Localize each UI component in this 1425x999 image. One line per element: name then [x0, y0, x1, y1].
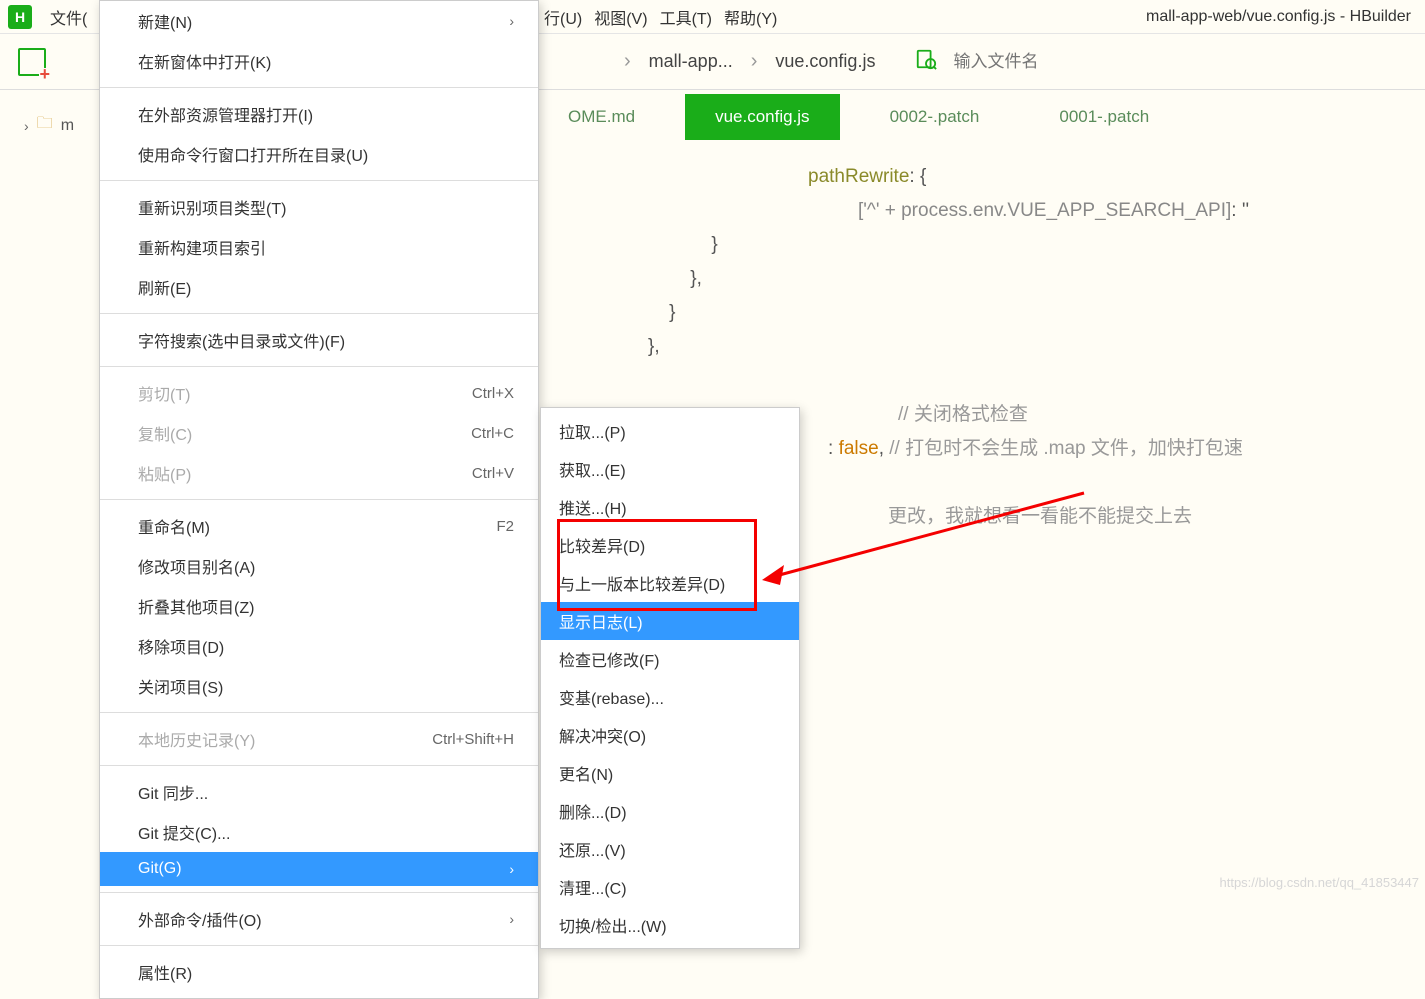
- watermark: https://blog.csdn.net/qq_41853447: [1220, 875, 1420, 890]
- search-input[interactable]: [953, 52, 1133, 72]
- chevron-right-icon: ›: [509, 861, 514, 877]
- ctx-open-cmd[interactable]: 使用命令行窗口打开所在目录(U): [100, 134, 538, 174]
- ctx-open-external[interactable]: 在外部资源管理器打开(I): [100, 94, 538, 134]
- ctx-cut[interactable]: 剪切(T)Ctrl+X: [100, 373, 538, 413]
- sub-pull[interactable]: 拉取...(P): [541, 412, 799, 450]
- tab-active[interactable]: vue.config.js: [685, 94, 840, 140]
- app-icon: H: [8, 5, 32, 29]
- menu-file[interactable]: 文件(: [44, 0, 93, 35]
- ctx-open-new-window[interactable]: 在新窗体中打开(K): [100, 41, 538, 81]
- breadcrumb-item[interactable]: mall-app...: [649, 51, 733, 72]
- search-box: [915, 48, 1143, 76]
- sub-switch[interactable]: 切换/检出...(W): [541, 906, 799, 944]
- chevron-right-icon: ›: [24, 118, 29, 134]
- folder-icon: 🗀: [37, 112, 53, 139]
- ctx-reidentify[interactable]: 重新识别项目类型(T): [100, 187, 538, 227]
- menu-run[interactable]: 行(U): [538, 0, 588, 35]
- sub-show-log[interactable]: 显示日志(L): [541, 602, 799, 640]
- ctx-copy[interactable]: 复制(C)Ctrl+C: [100, 413, 538, 453]
- sub-rebase[interactable]: 变基(rebase)...: [541, 678, 799, 716]
- sub-push[interactable]: 推送...(H): [541, 488, 799, 526]
- menu-view[interactable]: 视图(V): [588, 0, 653, 35]
- sub-clean[interactable]: 清理...(C): [541, 868, 799, 906]
- ctx-props[interactable]: 属性(R): [100, 952, 538, 992]
- ctx-fold[interactable]: 折叠其他项目(Z): [100, 586, 538, 626]
- search-icon[interactable]: [915, 48, 937, 76]
- ctx-refresh[interactable]: 刷新(E): [100, 267, 538, 307]
- chevron-right-icon: ›: [624, 50, 631, 73]
- sub-diff[interactable]: 比较差异(D): [541, 526, 799, 564]
- sidebar: › 🗀 m: [0, 90, 98, 894]
- ctx-ext-cmd[interactable]: 外部命令/插件(O)›: [100, 899, 538, 939]
- sub-check-mod[interactable]: 检查已修改(F): [541, 640, 799, 678]
- menu-help[interactable]: 帮助(Y): [718, 0, 783, 35]
- ctx-search[interactable]: 字符搜索(选中目录或文件)(F): [100, 320, 538, 360]
- chevron-right-icon: ›: [751, 50, 758, 73]
- sub-delete[interactable]: 删除...(D): [541, 792, 799, 830]
- sub-revert[interactable]: 还原...(V): [541, 830, 799, 868]
- ctx-history[interactable]: 本地历史记录(Y)Ctrl+Shift+H: [100, 719, 538, 759]
- tab[interactable]: 0002-.patch: [860, 94, 1010, 140]
- breadcrumb-item[interactable]: vue.config.js: [775, 51, 875, 72]
- sub-resolve[interactable]: 解决冲突(O): [541, 716, 799, 754]
- ctx-close[interactable]: 关闭项目(S): [100, 666, 538, 706]
- chevron-right-icon: ›: [509, 13, 514, 29]
- tree-item[interactable]: › 🗀 m: [0, 106, 98, 145]
- tree-item-label: m: [61, 117, 74, 135]
- ctx-remove[interactable]: 移除项目(D): [100, 626, 538, 666]
- ctx-new[interactable]: 新建(N)›: [100, 1, 538, 41]
- ctx-git-sync[interactable]: Git 同步...: [100, 772, 538, 812]
- ctx-git[interactable]: Git(G)›: [100, 852, 538, 886]
- sub-diff-prev[interactable]: 与上一版本比较差异(D): [541, 564, 799, 602]
- sub-fetch[interactable]: 获取...(E): [541, 450, 799, 488]
- git-submenu: 拉取...(P) 获取...(E) 推送...(H) 比较差异(D) 与上一版本…: [540, 407, 800, 949]
- sub-rename[interactable]: 更名(N): [541, 754, 799, 792]
- ctx-rebuild-index[interactable]: 重新构建项目索引: [100, 227, 538, 267]
- ctx-git-commit[interactable]: Git 提交(C)...: [100, 812, 538, 852]
- menu-tools[interactable]: 工具(T): [654, 0, 718, 35]
- ctx-rename[interactable]: 重命名(M)F2: [100, 506, 538, 546]
- window-title: mall-app-web/vue.config.js - HBuilder: [1146, 8, 1425, 26]
- ctx-paste[interactable]: 粘贴(P)Ctrl+V: [100, 453, 538, 493]
- new-file-icon[interactable]: [18, 48, 46, 76]
- ctx-alias[interactable]: 修改项目别名(A): [100, 546, 538, 586]
- tab[interactable]: 0001-.patch: [1029, 94, 1179, 140]
- tab[interactable]: OME.md: [538, 94, 665, 140]
- chevron-right-icon: ›: [509, 911, 514, 927]
- context-menu: 新建(N)› 在新窗体中打开(K) 在外部资源管理器打开(I) 使用命令行窗口打…: [99, 0, 539, 999]
